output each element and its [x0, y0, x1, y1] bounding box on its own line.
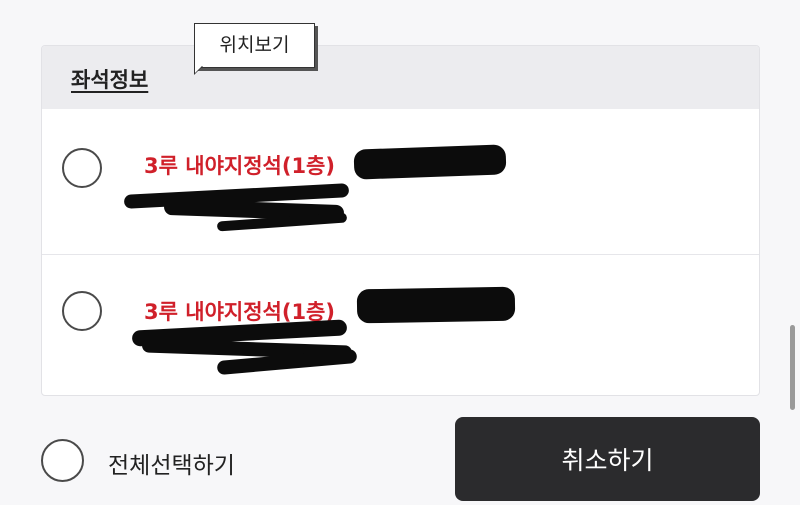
redaction-mark — [353, 144, 507, 180]
seat-label: 3루 내야지정석(1층) — [144, 154, 335, 178]
seat-radio[interactable] — [62, 291, 102, 331]
seat-info-panel: 좌석정보 3루 내야지정석(1층) 3루 내야지정석(1층) — [41, 45, 760, 396]
select-all-radio[interactable] — [41, 439, 84, 482]
tooltip-tail-inner — [195, 66, 202, 73]
panel-header: 좌석정보 — [42, 46, 759, 109]
section-title: 좌석정보 — [71, 68, 149, 92]
cancel-button[interactable]: 취소하기 — [455, 417, 760, 501]
view-location-tooltip[interactable]: 위치보기 — [194, 23, 315, 68]
select-all-label: 전체선택하기 — [108, 453, 235, 479]
seat-radio[interactable] — [62, 148, 102, 188]
seat-list-item[interactable]: 3루 내야지정석(1층) — [42, 255, 759, 395]
redaction-mark — [356, 286, 516, 324]
seat-list-item[interactable]: 3루 내야지정석(1층) — [42, 109, 759, 254]
scrollbar[interactable] — [790, 325, 795, 410]
